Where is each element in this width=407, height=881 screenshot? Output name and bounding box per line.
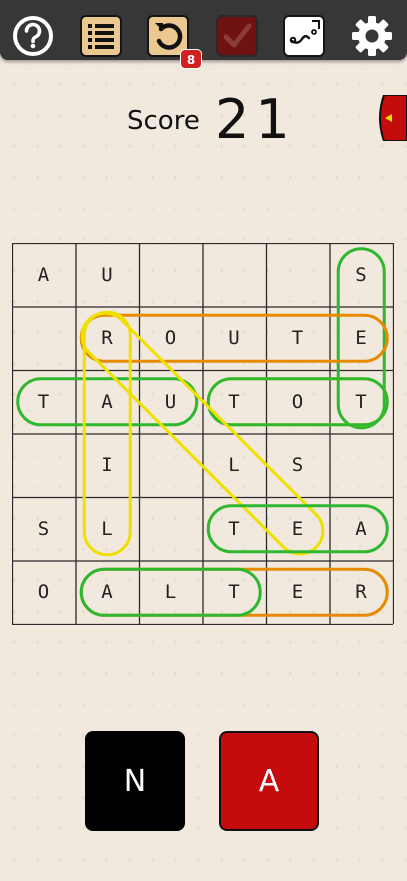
grid-cell[interactable]: R [76, 307, 139, 370]
check-button[interactable] [216, 15, 258, 57]
letter-tile-a[interactable]: A [219, 731, 319, 831]
grid-cell[interactable]: U [139, 370, 202, 433]
grid-cell[interactable] [139, 497, 202, 560]
grid-cell[interactable] [12, 307, 75, 370]
grid-cell[interactable]: L [203, 434, 266, 497]
letter-tile-n[interactable]: N [85, 731, 185, 831]
grid-cell[interactable]: T [330, 370, 393, 433]
grid-cell[interactable]: S [266, 434, 329, 497]
help-icon[interactable] [12, 15, 54, 57]
grid-cell[interactable]: E [266, 561, 329, 624]
grid-cell[interactable]: U [203, 307, 266, 370]
grid-cell[interactable]: O [139, 307, 202, 370]
grid-cell[interactable]: T [266, 307, 329, 370]
gear-icon[interactable] [351, 15, 393, 57]
grid-cell[interactable] [139, 243, 202, 306]
side-drawer-tab[interactable] [376, 95, 407, 141]
grid-cell[interactable]: T [203, 497, 266, 560]
grid-cell[interactable] [12, 434, 75, 497]
score-value: 21 [215, 88, 296, 151]
top-toolbar [0, 0, 407, 60]
grid-cell[interactable] [203, 243, 266, 306]
grid-cell[interactable]: I [76, 434, 139, 497]
hint-button[interactable] [283, 15, 325, 57]
grid-cell[interactable]: A [330, 497, 393, 560]
grid-cell[interactable]: E [266, 497, 329, 560]
grid-cell[interactable]: T [12, 370, 75, 433]
grid-cell[interactable]: T [203, 561, 266, 624]
grid-cell[interactable]: A [76, 561, 139, 624]
grid-cell[interactable] [266, 243, 329, 306]
grid-cell[interactable]: A [12, 243, 75, 306]
grid-cell[interactable]: L [139, 561, 202, 624]
undo-count-badge: 8 [180, 49, 202, 69]
grid-cell[interactable]: U [76, 243, 139, 306]
grid-cell[interactable]: A [76, 370, 139, 433]
check-icon [223, 23, 252, 48]
grid-cell[interactable]: O [266, 370, 329, 433]
grid-cell[interactable]: T [203, 370, 266, 433]
grid-cell[interactable]: R [330, 561, 393, 624]
grid-cell[interactable]: S [12, 497, 75, 560]
word-list-button[interactable] [80, 15, 122, 57]
note-icon [289, 20, 320, 44]
grid-cell[interactable]: O [12, 561, 75, 624]
score-label: Score [127, 106, 200, 136]
grid-cell[interactable] [139, 434, 202, 497]
grid-cell[interactable]: E [330, 307, 393, 370]
grid-cell[interactable]: L [76, 497, 139, 560]
grid-cell[interactable]: S [330, 243, 393, 306]
list-icon [88, 24, 114, 49]
grid-cell[interactable] [330, 434, 393, 497]
